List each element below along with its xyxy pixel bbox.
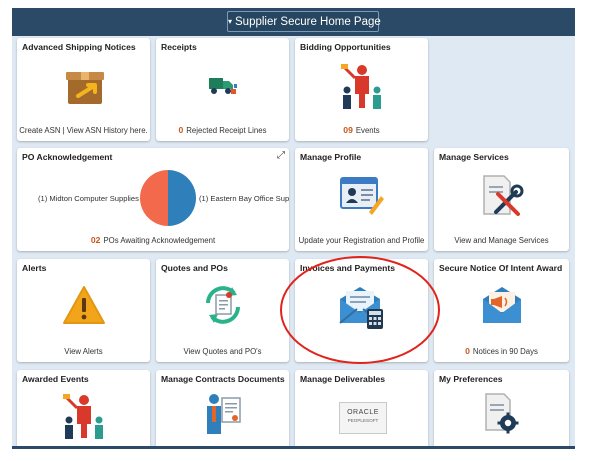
tile-title: Alerts: [22, 263, 47, 273]
events-count: 09: [343, 125, 353, 135]
tile-title: Manage Services: [439, 152, 509, 162]
expand-icon[interactable]: ⤢: [277, 150, 285, 161]
tile-footer: Update your Registration and Profile: [298, 236, 425, 245]
pie-label-right: (1) Eastern Bay Office Supp: [199, 194, 289, 203]
oracle-peoplesoft-logo: ORACLE PEOPLESOFT: [339, 402, 387, 434]
envelope-calculator-icon: [339, 287, 383, 329]
tile-footer-label: Rejected Receipt Lines: [186, 126, 267, 135]
logo-line-2: PEOPLESOFT: [347, 418, 379, 423]
tile-manage-deliverables[interactable]: Manage Deliverables ORACLE PEOPLESOFT: [295, 370, 428, 448]
wrench-screwdriver-icon: [483, 175, 524, 216]
tile-title: Quotes and POs: [161, 263, 228, 273]
bottom-bar: [12, 446, 575, 449]
tile-receipts[interactable]: Receipts 0 Rejected Receipt Lines: [156, 38, 289, 141]
document-gear-icon: [485, 393, 519, 434]
tile-footer: Create ASN | View ASN History here.: [19, 126, 148, 135]
tile-footer: 0 Notices in 90 Days: [436, 346, 567, 356]
tile-footer: View Alerts: [64, 347, 103, 356]
tile-alerts[interactable]: Alerts View Alerts: [17, 259, 150, 362]
tile-po-acknowledgement[interactable]: PO Acknowledgement ⤢ (1) Midton Computer…: [17, 148, 289, 251]
profile-card-icon: [340, 177, 384, 215]
tile-title: Manage Contracts Documents: [161, 374, 285, 384]
tile-title: Advanced Shipping Notices: [22, 42, 136, 52]
tile-title: PO Acknowledgement: [22, 152, 113, 162]
tile-awarded-events[interactable]: Awarded Events: [17, 370, 150, 448]
awaiting-count: 02: [90, 235, 101, 245]
notices-count: 0: [465, 346, 470, 356]
tile-title: Invoices and Payments: [300, 263, 396, 273]
package-icon: [66, 72, 104, 104]
caret-down-icon: ▾: [228, 17, 233, 26]
tile-manage-services[interactable]: Manage Services View and Manage Services: [434, 148, 569, 251]
presenter-icon: [341, 64, 381, 109]
rejected-count: 0: [178, 125, 184, 135]
tile-advanced-shipping-notices[interactable]: Advanced Shipping Notices Create ASN | V…: [17, 38, 150, 141]
tile-footer-label: POs Awaiting Acknowledgement: [103, 236, 216, 245]
tile-title: Manage Deliverables: [300, 374, 386, 384]
tile-footer: 0 Rejected Receipt Lines: [158, 125, 287, 135]
tile-footer-label: Notices in 90 Days: [472, 347, 538, 356]
header-banner: ▾ Supplier Secure Home Page: [12, 8, 575, 36]
tile-bidding-opportunities[interactable]: Bidding Opportunities 09 Events: [295, 38, 428, 141]
tile-quotes-and-pos[interactable]: Quotes and POs View Quotes and PO's: [156, 259, 289, 362]
tile-footer: 09 Events: [297, 125, 426, 135]
po-pie-chart: [140, 170, 196, 226]
tile-secure-notice-of-intent-award[interactable]: Secure Notice Of Intent Award 0 Notices i…: [434, 259, 569, 362]
tile-manage-contracts-documents[interactable]: Manage Contracts Documents: [156, 370, 289, 448]
pie-slice-left: [140, 170, 168, 226]
tile-invoices-and-payments[interactable]: Invoices and Payments: [295, 259, 428, 362]
pie-label-left: (1) Midton Computer Supplies: [38, 194, 139, 203]
tile-title: Manage Profile: [300, 152, 362, 162]
pie-slice-right: [168, 170, 196, 226]
tile-title: Bidding Opportunities: [300, 42, 391, 52]
delivery-truck-icon: [209, 78, 237, 94]
homepage-frame: ▾ Supplier Secure Home Page Advanced Ship…: [12, 8, 575, 448]
envelope-megaphone-icon: [483, 287, 521, 323]
tile-footer: View and Manage Services: [454, 236, 549, 245]
tile-title: Awarded Events: [22, 374, 89, 384]
tile-title: My Preferences: [439, 374, 503, 384]
logo-line-1: ORACLE: [347, 409, 379, 416]
warning-icon: [63, 286, 105, 324]
presenter-icon: [63, 394, 103, 439]
tile-manage-profile[interactable]: Manage Profile Update your Registration …: [295, 148, 428, 251]
tile-footer: View Quotes and PO's: [183, 347, 262, 356]
homepage-selector-button[interactable]: ▾ Supplier Secure Home Page: [227, 11, 381, 32]
tile-my-preferences[interactable]: My Preferences: [434, 370, 569, 448]
tile-title: Receipts: [161, 42, 197, 52]
person-document-icon: [207, 394, 241, 434]
tile-footer-label: Events: [355, 126, 380, 135]
page-title: Supplier Secure Home Page: [235, 16, 381, 28]
refresh-document-icon: [206, 286, 240, 324]
tile-title: Secure Notice Of Intent Award: [439, 263, 563, 273]
tile-footer: 02 POs Awaiting Acknowledgement: [19, 235, 287, 245]
